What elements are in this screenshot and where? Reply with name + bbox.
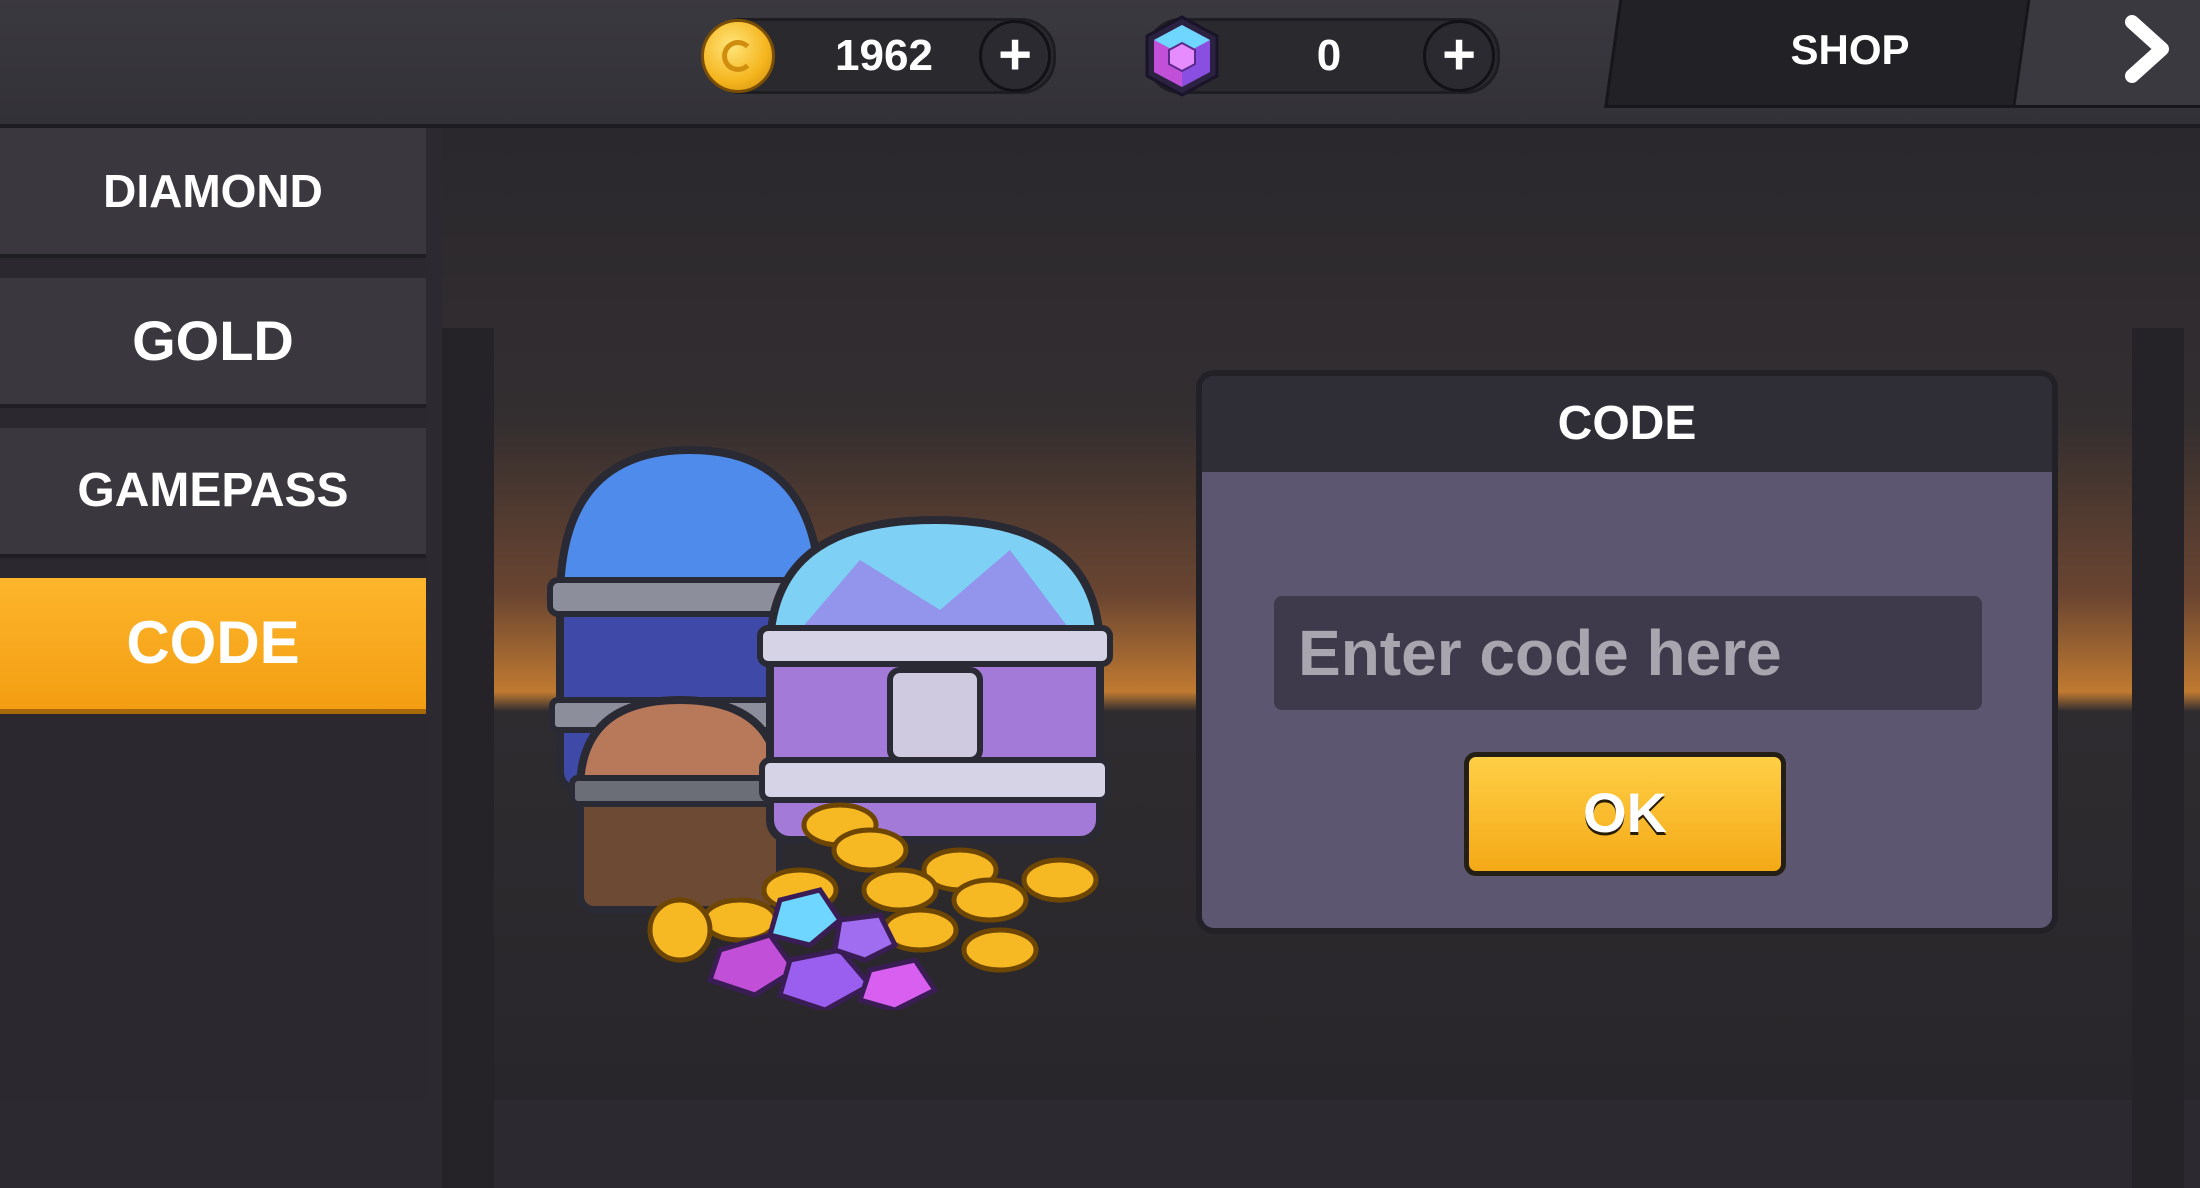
diamond-counter: 0 +	[1145, 15, 1500, 97]
category-sidebar: DIAMOND GOLD GAMEPASS CODE	[0, 128, 426, 1100]
sidebar-item-label: GOLD	[132, 309, 294, 372]
code-input[interactable]	[1274, 596, 1982, 710]
shop-label: SHOP	[1790, 26, 1910, 73]
crystal-chest-image	[757, 515, 1113, 844]
treasure-chests-illustration	[547, 445, 1113, 1010]
add-diamond-button[interactable]: +	[1423, 20, 1495, 92]
sidebar-item-gamepass[interactable]: GAMEPASS	[0, 428, 426, 558]
code-redeem-panel: CODE OK	[1196, 370, 2058, 934]
left-pillar	[442, 328, 494, 1188]
sidebar-item-label: GAMEPASS	[77, 464, 349, 517]
panel-title: CODE	[1202, 376, 2052, 472]
gold-value: 1962	[835, 31, 933, 80]
diamond-gem-icon	[1145, 15, 1219, 97]
gold-counter: 1962 +	[701, 18, 1056, 94]
sidebar-item-code[interactable]: CODE	[0, 578, 426, 714]
chevron-right-icon[interactable]	[2118, 14, 2178, 84]
diamond-value: 0	[1316, 31, 1342, 80]
sidebar-item-label: DIAMOND	[103, 165, 323, 217]
sidebar-item-label: CODE	[126, 609, 300, 676]
sidebar-item-gold[interactable]: GOLD	[0, 278, 426, 408]
add-gold-button[interactable]: +	[979, 20, 1051, 92]
gold-coin-icon	[701, 19, 775, 93]
wooden-chest-image	[569, 695, 791, 914]
ok-button[interactable]: OK	[1464, 752, 1786, 876]
right-pillar	[2132, 328, 2184, 1188]
sidebar-item-diamond[interactable]: DIAMOND	[0, 128, 426, 258]
